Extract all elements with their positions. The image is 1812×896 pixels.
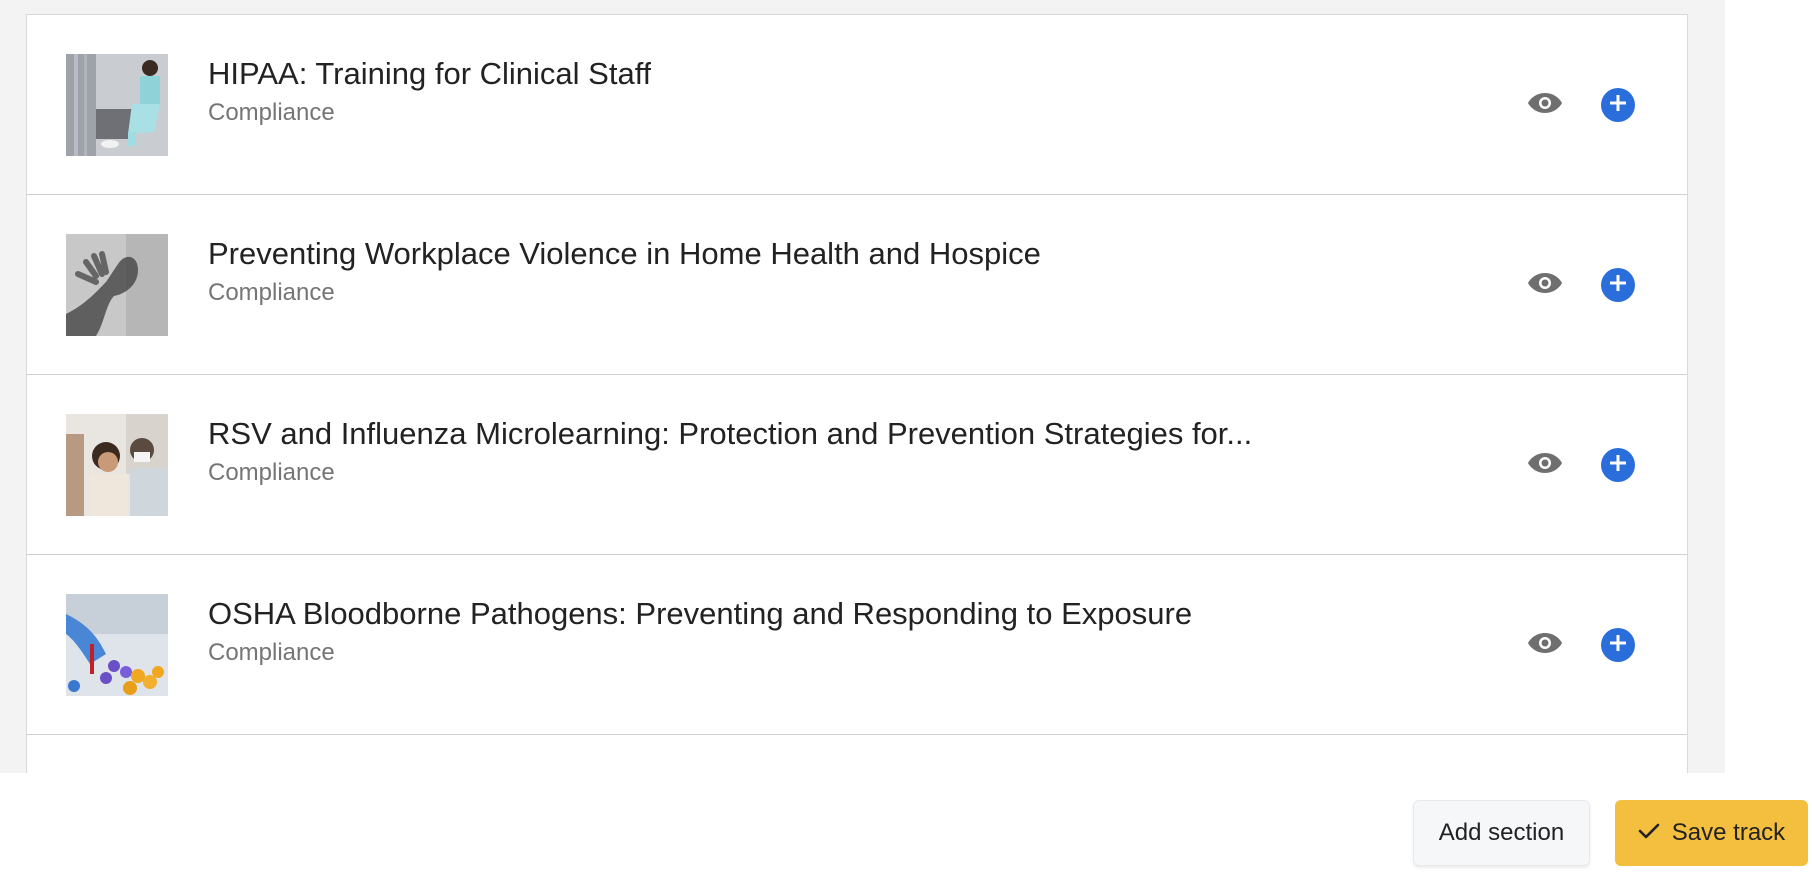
preview-button[interactable] bbox=[1525, 88, 1565, 122]
course-row: OSHA Bloodborne Pathogens: Preventing an… bbox=[27, 555, 1687, 735]
preview-button[interactable] bbox=[1525, 448, 1565, 482]
footer-actions: Add section Save track bbox=[0, 773, 1812, 896]
course-title[interactable]: HIPAA: Training for Clinical Staff bbox=[208, 55, 651, 92]
check-icon bbox=[1638, 819, 1660, 847]
preview-button[interactable] bbox=[1525, 268, 1565, 302]
eye-icon bbox=[1527, 91, 1563, 120]
eye-icon bbox=[1527, 271, 1563, 300]
course-row bbox=[27, 735, 1687, 773]
plus-icon bbox=[1609, 94, 1627, 117]
course-thumbnail bbox=[66, 234, 168, 336]
course-row: RSV and Influenza Microlearning: Protect… bbox=[27, 375, 1687, 555]
plus-icon bbox=[1609, 454, 1627, 477]
plus-icon bbox=[1609, 634, 1627, 657]
eye-icon bbox=[1527, 631, 1563, 660]
eye-icon bbox=[1527, 451, 1563, 480]
course-category: Compliance bbox=[208, 459, 335, 486]
course-title[interactable]: OSHA Bloodborne Pathogens: Preventing an… bbox=[208, 595, 1192, 632]
course-list-scroll-area[interactable]: HIPAA: Training for Clinical Staff Compl… bbox=[0, 0, 1725, 773]
course-category: Compliance bbox=[208, 279, 335, 306]
course-category: Compliance bbox=[208, 99, 335, 126]
course-list: HIPAA: Training for Clinical Staff Compl… bbox=[26, 14, 1688, 773]
add-section-label: Add section bbox=[1438, 819, 1565, 846]
course-row: Preventing Workplace Violence in Home He… bbox=[27, 195, 1687, 375]
course-title[interactable]: Preventing Workplace Violence in Home He… bbox=[208, 235, 1041, 272]
save-track-label: Save track bbox=[1671, 819, 1786, 846]
course-title[interactable]: RSV and Influenza Microlearning: Protect… bbox=[208, 415, 1252, 452]
add-course-button[interactable] bbox=[1601, 268, 1635, 302]
save-track-button[interactable]: Save track bbox=[1615, 800, 1808, 866]
add-course-button[interactable] bbox=[1601, 88, 1635, 122]
preview-button[interactable] bbox=[1525, 628, 1565, 662]
plus-icon bbox=[1609, 274, 1627, 297]
add-course-button[interactable] bbox=[1601, 448, 1635, 482]
add-section-button[interactable]: Add section bbox=[1413, 800, 1590, 866]
course-thumbnail bbox=[66, 594, 168, 696]
course-row: HIPAA: Training for Clinical Staff Compl… bbox=[27, 15, 1687, 195]
add-course-button[interactable] bbox=[1601, 628, 1635, 662]
course-thumbnail bbox=[66, 54, 168, 156]
course-category: Compliance bbox=[208, 639, 335, 666]
course-thumbnail bbox=[66, 414, 168, 516]
